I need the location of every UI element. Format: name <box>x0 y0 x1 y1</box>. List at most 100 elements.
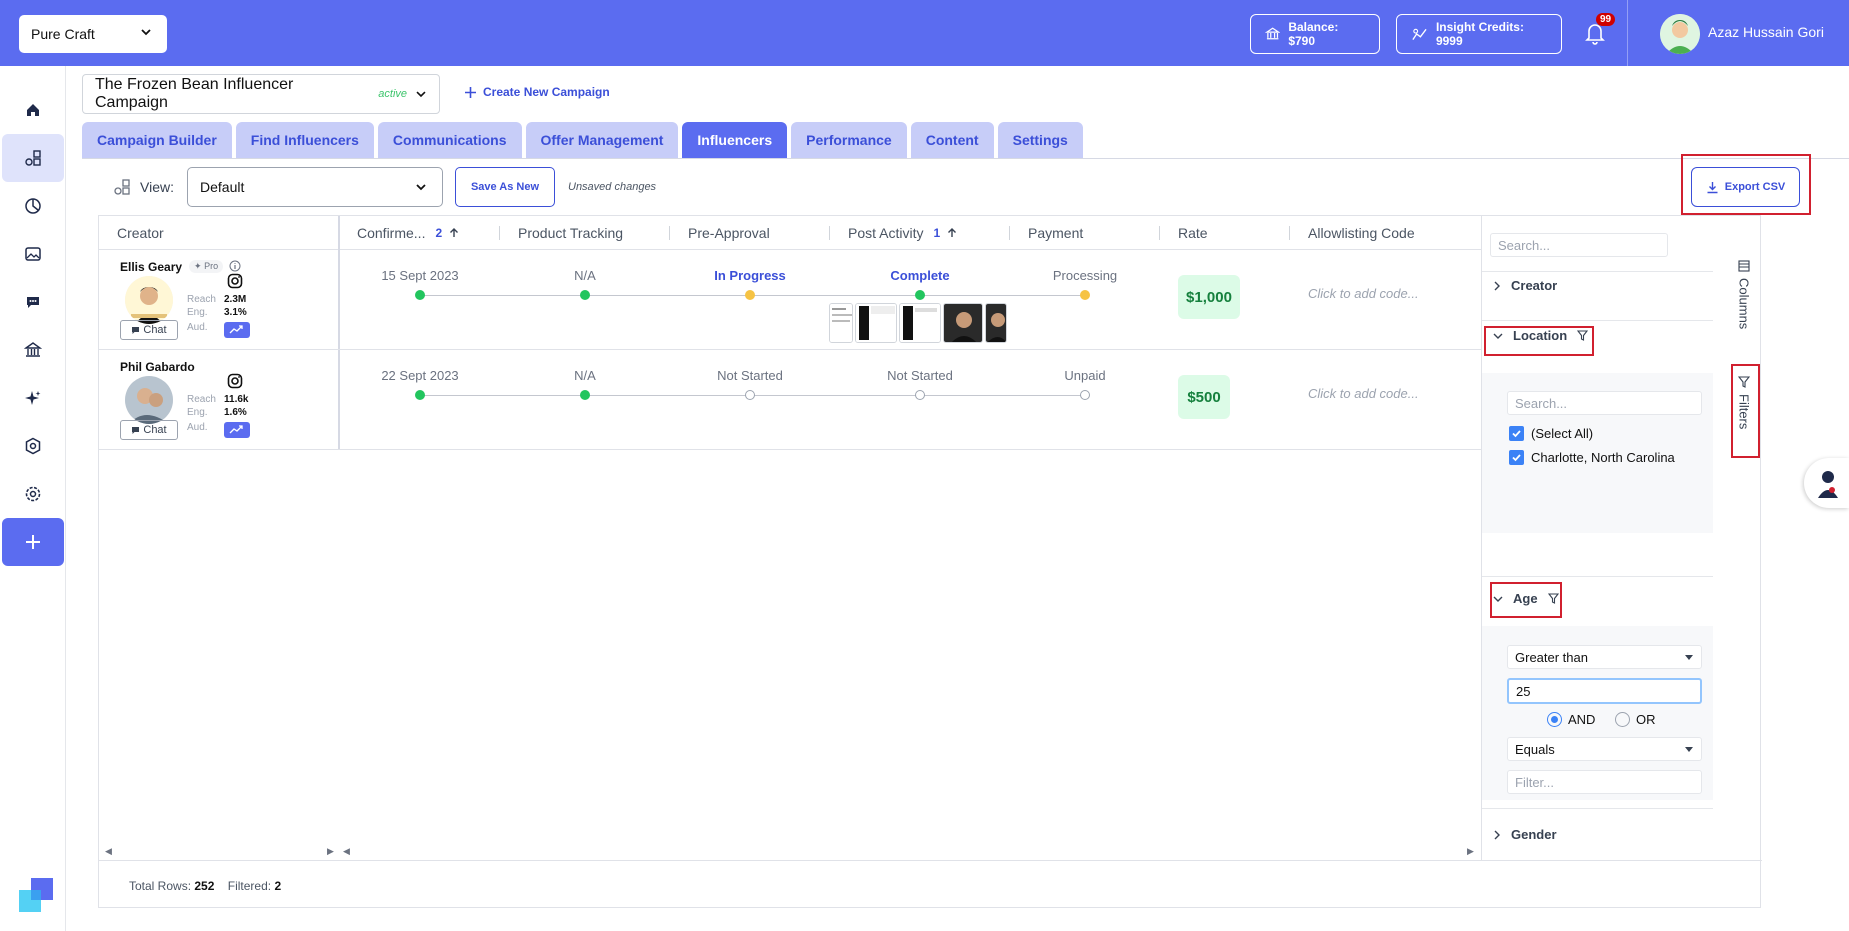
allowlisting-code-field[interactable]: Click to add code... <box>1308 286 1419 301</box>
post-thumbnail[interactable] <box>899 303 941 343</box>
sidebar-item-media[interactable] <box>2 230 64 278</box>
sidebar-item-ai[interactable] <box>2 374 64 422</box>
post-thumbnail[interactable] <box>943 303 983 343</box>
post-activity-status[interactable]: Complete <box>890 268 949 283</box>
creator-name[interactable]: Ellis Geary <box>120 260 182 274</box>
filter-search-input[interactable]: Search... <box>1490 233 1668 257</box>
create-campaign-link[interactable]: Create New Campaign <box>464 85 610 99</box>
total-rows-value: 252 <box>194 879 215 893</box>
pre-approval-status[interactable]: Not Started <box>717 368 783 383</box>
sort-up-icon <box>450 228 459 237</box>
table-row[interactable]: Ellis Geary ✦ Pro Reach 2.3M Eng. 3.1% C… <box>99 250 1481 350</box>
scroll-right-icon[interactable]: ▶ <box>327 846 334 857</box>
post-thumbnail[interactable] <box>985 303 1007 343</box>
location-search-input[interactable]: Search... <box>1507 391 1702 415</box>
confirmed-date: 15 Sept 2023 <box>381 268 459 283</box>
age-operator-value: Greater than <box>1515 650 1588 665</box>
dropdown-triangle-icon <box>1685 747 1693 752</box>
age-value-input[interactable]: 25 <box>1507 678 1702 704</box>
header-payment[interactable]: Payment <box>1028 216 1083 250</box>
sidebar-item-messages[interactable] <box>2 278 64 326</box>
audience-insight-button[interactable] <box>224 422 250 438</box>
view-select[interactable]: Default <box>187 167 443 207</box>
user-avatar-image <box>1660 14 1700 54</box>
chat-button[interactable]: Chat <box>120 320 178 340</box>
user-avatar[interactable] <box>1660 14 1700 54</box>
reach-label: Reach <box>187 294 216 305</box>
scroll-left-icon[interactable]: ◀ <box>105 846 112 857</box>
allowlisting-code-field[interactable]: Click to add code... <box>1308 386 1419 401</box>
header-allowlisting[interactable]: Allowlisting Code <box>1308 216 1415 250</box>
filter-section-creator[interactable]: Creator <box>1493 278 1557 293</box>
plus-icon <box>465 86 476 98</box>
tab-influencers[interactable]: Influencers <box>682 122 788 158</box>
sidebar-item-settings[interactable] <box>2 470 64 518</box>
insight-credits-label: Insight Credits: 9999 <box>1435 20 1524 48</box>
header-pre-approval[interactable]: Pre-Approval <box>688 216 770 250</box>
stage-dot-complete <box>580 290 590 300</box>
tab-performance[interactable]: Performance <box>791 122 907 158</box>
notification-badge: 99 <box>1596 13 1616 26</box>
tab-find-influencers[interactable]: Find Influencers <box>235 122 374 158</box>
header-product-tracking[interactable]: Product Tracking <box>518 216 623 250</box>
chat-button[interactable]: Chat <box>120 420 178 440</box>
org-select[interactable]: Pure Craft <box>19 15 167 53</box>
age-operator-2-select[interactable]: Equals <box>1507 737 1702 761</box>
filter-section-gender[interactable]: Gender <box>1493 827 1557 842</box>
creator-avatar-image <box>125 376 173 424</box>
insight-credits-button[interactable]: Insight Credits: 9999 <box>1396 14 1562 54</box>
sidebar-item-analytics[interactable] <box>2 182 64 230</box>
aud-label: Aud. <box>187 422 208 433</box>
user-name[interactable]: Azaz Hussain Gori <box>1708 24 1824 40</box>
tab-settings[interactable]: Settings <box>997 122 1083 158</box>
columns-tool-tab[interactable]: Columns <box>1730 260 1758 329</box>
creator-avatar[interactable] <box>125 276 173 324</box>
info-icon[interactable] <box>229 260 241 272</box>
creator-avatar[interactable] <box>125 376 173 424</box>
tab-offer-management[interactable]: Offer Management <box>525 122 679 158</box>
post-thumbnail[interactable] <box>829 303 853 343</box>
creator-name[interactable]: Phil Gabardo <box>120 360 195 374</box>
header-post-activity[interactable]: Post Activity 1 <box>848 216 958 250</box>
save-as-new-button[interactable]: Save As New <box>455 167 555 207</box>
age-operator-select[interactable]: Greater than <box>1507 645 1702 669</box>
home-icon <box>27 104 39 116</box>
table-row[interactable]: Phil Gabardo Reach 11.6k Eng. 1.6% Chat … <box>99 350 1481 450</box>
scroll-left-icon[interactable]: ◀ <box>343 846 350 857</box>
balance-button[interactable]: Balance: $790 <box>1250 14 1380 54</box>
pre-approval-status[interactable]: In Progress <box>714 268 786 283</box>
sidebar-item-home[interactable] <box>2 86 64 134</box>
audience-insight-button[interactable] <box>224 322 250 338</box>
campaign-select[interactable]: The Frozen Bean Influencer Campaign acti… <box>82 74 440 114</box>
insight-chart-icon <box>1412 28 1427 41</box>
post-thumbnail[interactable] <box>855 303 897 343</box>
floating-assistant-button[interactable] <box>1804 458 1849 508</box>
rate-badge[interactable]: $500 <box>1178 375 1230 419</box>
sidebar-add-button[interactable] <box>2 518 64 566</box>
or-radio[interactable]: OR <box>1615 712 1656 727</box>
post-activity-status[interactable]: Not Started <box>887 368 953 383</box>
rate-badge[interactable]: $1,000 <box>1178 275 1240 319</box>
sidebar <box>0 66 66 931</box>
grid-header: Creator Confirme... 2 Product Tracking P… <box>99 216 1481 250</box>
radio-unselected-icon <box>1615 712 1630 727</box>
sidebar-item-integrations[interactable] <box>2 422 64 470</box>
and-radio[interactable]: AND <box>1547 712 1595 727</box>
tab-content[interactable]: Content <box>910 122 994 158</box>
assistant-avatar-icon <box>1818 471 1838 498</box>
export-csv-button[interactable]: Export CSV <box>1691 167 1800 207</box>
location-option-checkbox[interactable]: Charlotte, North Carolina <box>1509 450 1675 465</box>
tab-communications[interactable]: Communications <box>377 122 522 158</box>
header-separator <box>829 226 830 240</box>
sidebar-item-campaigns[interactable] <box>2 134 64 182</box>
payment-status: Unpaid <box>1064 368 1106 383</box>
tab-campaign-builder[interactable]: Campaign Builder <box>82 122 232 158</box>
age-filter-input[interactable]: Filter... <box>1507 770 1702 794</box>
sidebar-item-payments[interactable] <box>2 326 64 374</box>
header-creator[interactable]: Creator <box>117 216 164 250</box>
header-confirmed[interactable]: Confirme... 2 <box>357 216 460 250</box>
location-select-all-checkbox[interactable]: (Select All) <box>1509 426 1593 441</box>
header-rate[interactable]: Rate <box>1178 216 1208 250</box>
sparkle-icon <box>25 391 41 405</box>
scroll-right-icon[interactable]: ▶ <box>1467 846 1474 857</box>
